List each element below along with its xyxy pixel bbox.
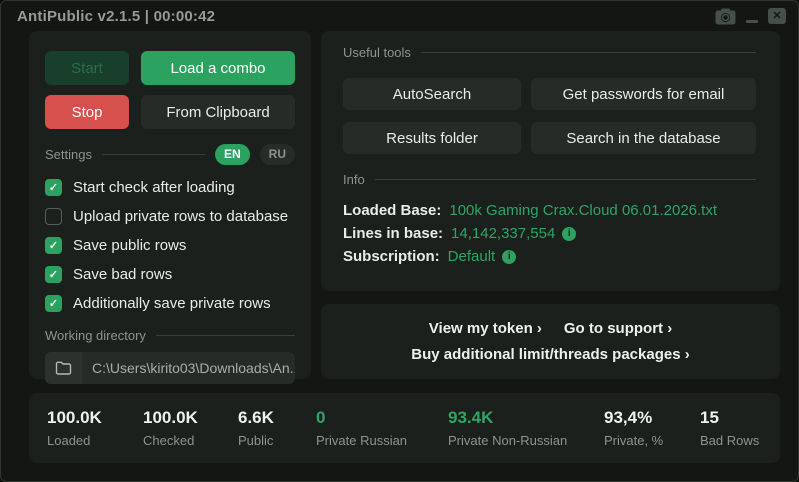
divider [375, 179, 756, 180]
stats-bar: 100.0K Loaded 100.0K Checked 6.6K Public… [29, 393, 780, 463]
stat-value: 100.0K [47, 408, 143, 428]
browse-folder-button[interactable] [45, 352, 82, 384]
load-combo-button[interactable]: Load a combo [141, 51, 295, 85]
buy-packages-link[interactable]: Buy additional limit/threads packages › [411, 346, 689, 363]
info-row-lines-in-base: Lines in base: 14,142,337,554 i [343, 222, 756, 245]
stat-loaded: 100.0K Loaded [47, 408, 143, 448]
checkbox-label: Additionally save private rows [73, 295, 271, 312]
app-window: AntiPublic v2.1.5 | 00:00:42 ✕ [0, 0, 799, 482]
stat-private-russian: 0 Private Russian [316, 408, 448, 448]
checkbox-icon: ✓ [45, 208, 62, 225]
stat-checked: 100.0K Checked [143, 408, 238, 448]
checkbox-label: Start check after loading [73, 179, 235, 196]
search-database-button[interactable]: Search in the database [531, 122, 756, 154]
checkbox-start-check-after-loading[interactable]: ✓ Start check after loading [45, 173, 295, 202]
stat-label: Loaded [47, 433, 143, 448]
info-row-label: Subscription: [343, 248, 440, 265]
checkbox-label: Save bad rows [73, 266, 172, 283]
stat-private-non-russian: 93.4K Private Non-Russian [448, 408, 604, 448]
divider [156, 335, 295, 336]
window-title: AntiPublic v2.1.5 | 00:00:42 [17, 8, 215, 25]
titlebar: AntiPublic v2.1.5 | 00:00:42 ✕ [1, 1, 798, 31]
minimize-icon [746, 20, 758, 23]
settings-checkboxes: ✓ Start check after loading ✓ Upload pri… [45, 173, 295, 318]
close-icon: ✕ [768, 8, 786, 24]
divider [102, 154, 205, 155]
checkbox-icon: ✓ [45, 237, 62, 254]
get-passwords-button[interactable]: Get passwords for email [531, 78, 756, 110]
lines-in-base-value: 14,142,337,554 [451, 225, 555, 242]
info-list: Loaded Base: 100k Gaming Crax.Cloud 06.0… [343, 199, 756, 268]
working-directory-path[interactable]: C:\Users\kirito03\Downloads\An... [82, 352, 295, 384]
subscription-value: Default [448, 248, 496, 265]
stat-public: 6.6K Public [238, 408, 316, 448]
divider [421, 52, 756, 53]
loaded-base-value: 100k Gaming Crax.Cloud 06.01.2026.txt [449, 202, 717, 219]
working-directory-input: C:\Users\kirito03\Downloads\An... [45, 352, 295, 384]
stat-label: Public [238, 433, 316, 448]
stat-private-percent: 93,4% Private, % [604, 408, 700, 448]
links-panel: View my token › Go to support › Buy addi… [321, 304, 780, 379]
checkbox-save-bad-rows[interactable]: ✓ Save bad rows [45, 260, 295, 289]
working-directory-header: Working directory [45, 326, 295, 344]
links-row-top: View my token › Go to support › [429, 320, 672, 337]
autosearch-button[interactable]: AutoSearch [343, 78, 521, 110]
stat-value: 15 [700, 408, 759, 428]
stat-value: 100.0K [143, 408, 238, 428]
info-row-loaded-base: Loaded Base: 100k Gaming Crax.Cloud 06.0… [343, 199, 756, 222]
info-row-label: Lines in base: [343, 225, 443, 242]
info-row-label: Loaded Base: [343, 202, 441, 219]
from-clipboard-button[interactable]: From Clipboard [141, 95, 295, 129]
checkbox-save-public-rows[interactable]: ✓ Save public rows [45, 231, 295, 260]
info-header: Info [343, 170, 756, 188]
working-directory-label: Working directory [45, 328, 146, 343]
camera-icon [715, 8, 736, 25]
tools-info-panel: Useful tools AutoSearch Get passwords fo… [321, 31, 780, 291]
stat-label: Checked [143, 433, 238, 448]
minimize-button[interactable] [746, 10, 758, 23]
settings-header: Settings EN RU [45, 143, 295, 165]
stat-value: 6.6K [238, 408, 316, 428]
checkbox-label: Upload private rows to database [73, 208, 288, 225]
stat-label: Private, % [604, 433, 700, 448]
stat-bad-rows: 15 Bad Rows [700, 408, 759, 448]
stat-value: 93,4% [604, 408, 700, 428]
language-ru-button[interactable]: RU [260, 144, 295, 165]
checkbox-icon: ✓ [45, 179, 62, 196]
checkbox-label: Save public rows [73, 237, 186, 254]
info-icon[interactable]: i [562, 227, 576, 241]
folder-icon [55, 361, 72, 375]
useful-tools-header: Useful tools [343, 45, 756, 60]
close-button[interactable]: ✕ [768, 8, 786, 24]
info-label: Info [343, 172, 365, 187]
view-my-token-link[interactable]: View my token › [429, 320, 542, 337]
checkbox-upload-private-rows[interactable]: ✓ Upload private rows to database [45, 202, 295, 231]
results-folder-button[interactable]: Results folder [343, 122, 521, 154]
checkbox-icon: ✓ [45, 266, 62, 283]
run-buttons: Start Load a combo Stop From Clipboard [45, 51, 295, 129]
settings-label: Settings [45, 147, 92, 162]
stat-label: Private Non-Russian [448, 433, 604, 448]
start-button[interactable]: Start [45, 51, 129, 85]
go-to-support-link[interactable]: Go to support › [564, 320, 672, 337]
stat-value: 93.4K [448, 408, 604, 428]
stop-button[interactable]: Stop [45, 95, 129, 129]
checkbox-additionally-save-private-rows[interactable]: ✓ Additionally save private rows [45, 289, 295, 318]
info-icon[interactable]: i [502, 250, 516, 264]
screenshot-button[interactable] [715, 8, 736, 25]
useful-tools-buttons: AutoSearch Get passwords for email Resul… [343, 78, 756, 154]
links-row-bottom: Buy additional limit/threads packages › [411, 346, 689, 363]
checkbox-icon: ✓ [45, 295, 62, 312]
stat-label: Bad Rows [700, 433, 759, 448]
stat-label: Private Russian [316, 433, 448, 448]
stat-value: 0 [316, 408, 448, 428]
window-controls: ✕ [715, 8, 786, 25]
language-en-button[interactable]: EN [215, 144, 250, 165]
info-row-subscription: Subscription: Default i [343, 245, 756, 268]
control-panel: Start Load a combo Stop From Clipboard S… [29, 31, 311, 379]
useful-tools-label: Useful tools [343, 45, 411, 60]
